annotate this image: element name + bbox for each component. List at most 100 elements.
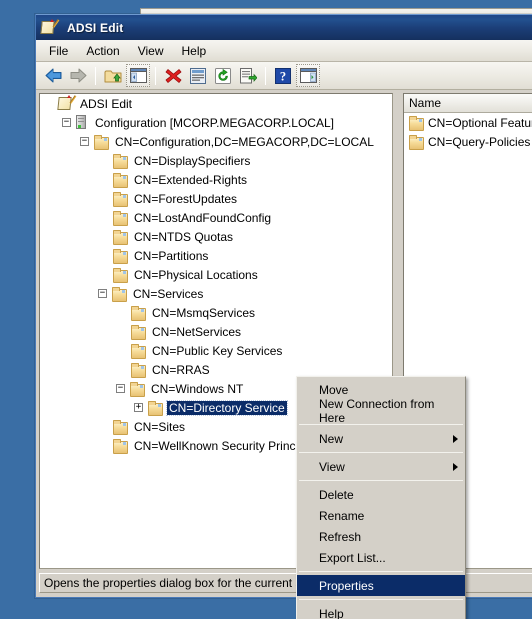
tree-node[interactable]: CN=MsmqServices bbox=[40, 303, 392, 322]
tree-node[interactable]: CN=LostAndFoundConfig bbox=[40, 208, 392, 227]
adsi-edit-icon bbox=[40, 19, 60, 35]
menu-view[interactable]: View bbox=[129, 41, 173, 61]
list-column-header[interactable]: Name bbox=[404, 94, 532, 113]
tree-node-label: Configuration [MCORP.MEGACORP.LOCAL] bbox=[95, 115, 334, 130]
tree-node[interactable]: CN=ForestUpdates bbox=[40, 189, 392, 208]
folder-icon bbox=[129, 381, 145, 397]
folder-icon bbox=[112, 248, 128, 264]
context-menu-item[interactable]: New bbox=[297, 428, 465, 449]
toolbar-separator bbox=[155, 66, 156, 85]
folder-icon bbox=[93, 134, 109, 150]
tree-collapse-icon[interactable]: − bbox=[116, 384, 125, 393]
menu-action[interactable]: Action bbox=[77, 41, 128, 61]
folder-icon bbox=[112, 267, 128, 283]
context-menu-item-label: View bbox=[319, 459, 345, 474]
tree-node[interactable]: ADSI Edit bbox=[40, 94, 392, 113]
context-menu-item[interactable]: Rename bbox=[297, 505, 465, 526]
list-item[interactable]: CN=Query-Policies bbox=[404, 132, 532, 151]
tree-node[interactable]: CN=DisplaySpecifiers bbox=[40, 151, 392, 170]
folder-icon bbox=[130, 324, 146, 340]
tree-node[interactable]: − CN=Configuration,DC=MEGACORP,DC=LOCAL bbox=[40, 132, 392, 151]
tree-node-label: CN=Public Key Services bbox=[152, 343, 283, 358]
tree-node-label: CN=DisplaySpecifiers bbox=[134, 153, 251, 168]
menu-help[interactable]: Help bbox=[173, 41, 216, 61]
tree-node-label: CN=LostAndFoundConfig bbox=[134, 210, 272, 225]
tree-collapse-icon[interactable]: − bbox=[80, 137, 89, 146]
submenu-arrow-icon bbox=[453, 462, 458, 471]
toolbar-separator bbox=[95, 66, 96, 85]
tree-node[interactable]: CN=NTDS Quotas bbox=[40, 227, 392, 246]
tree-collapse-icon[interactable]: − bbox=[98, 289, 107, 298]
context-menu[interactable]: Move New Connection from Here New View Delet… bbox=[296, 376, 466, 619]
refresh-icon[interactable] bbox=[211, 64, 235, 87]
up-folder-icon[interactable] bbox=[101, 64, 125, 87]
list-view[interactable]: CN=Optional Features CN=Query-Policies bbox=[404, 113, 532, 151]
list-item-label: CN=Query-Policies bbox=[428, 134, 531, 149]
context-menu-item[interactable]: Properties bbox=[297, 575, 465, 596]
tree-node-label: CN=NetServices bbox=[152, 324, 242, 339]
tree-node-label: CN=MsmqServices bbox=[152, 305, 256, 320]
folder-icon bbox=[130, 362, 146, 378]
list-item-label: CN=Optional Features bbox=[428, 115, 532, 130]
context-menu-item-label: Rename bbox=[319, 508, 365, 523]
context-menu-item[interactable]: Help bbox=[297, 603, 465, 619]
tree-node-label: CN=Services bbox=[133, 286, 204, 301]
context-menu-separator bbox=[299, 599, 463, 600]
context-menu-separator bbox=[299, 480, 463, 481]
toolbar: ? bbox=[36, 62, 532, 90]
folder-icon bbox=[111, 286, 127, 302]
context-menu-item[interactable]: New Connection from Here bbox=[297, 397, 465, 425]
delete-x-icon[interactable] bbox=[161, 64, 185, 87]
server-icon bbox=[75, 115, 87, 130]
tree-node-label: CN=Sites bbox=[134, 419, 186, 434]
folder-icon bbox=[408, 115, 424, 131]
folder-icon bbox=[112, 210, 128, 226]
export-list-icon[interactable] bbox=[236, 64, 260, 87]
context-menu-item[interactable]: Refresh bbox=[297, 526, 465, 547]
list-item[interactable]: CN=Optional Features bbox=[404, 113, 532, 132]
context-menu-item[interactable]: Delete bbox=[297, 484, 465, 505]
menu-file[interactable]: File bbox=[40, 41, 77, 61]
tree-node-label: CN=RRAS bbox=[152, 362, 210, 377]
show-hide-console-tree-icon[interactable] bbox=[126, 64, 150, 87]
forward-arrow-icon[interactable] bbox=[66, 64, 90, 87]
menu-bar: File Action View Help bbox=[36, 40, 532, 62]
folder-icon bbox=[112, 191, 128, 207]
show-hide-action-pane-icon[interactable] bbox=[296, 64, 320, 87]
back-arrow-icon[interactable] bbox=[41, 64, 65, 87]
context-menu-item-label: Properties bbox=[319, 578, 374, 593]
context-menu-item[interactable]: Export List... bbox=[297, 547, 465, 568]
folder-icon bbox=[130, 305, 146, 321]
context-menu-item-label: Help bbox=[319, 606, 344, 619]
tree-node[interactable]: CN=Physical Locations bbox=[40, 265, 392, 284]
svg-text:?: ? bbox=[280, 69, 286, 83]
tree-expand-icon[interactable]: + bbox=[134, 403, 143, 412]
tree-node[interactable]: − CN=Services bbox=[40, 284, 392, 303]
column-header-name: Name bbox=[409, 96, 442, 110]
tree-node[interactable]: CN=Extended-Rights bbox=[40, 170, 392, 189]
properties-icon[interactable] bbox=[186, 64, 210, 87]
context-menu-item-label: Refresh bbox=[319, 529, 362, 544]
window-title: ADSI Edit bbox=[67, 20, 124, 35]
adsi-edit-window: ADSI Edit File Action View Help ? ADSI E… bbox=[35, 14, 532, 619]
context-menu-item-label: Move bbox=[319, 382, 349, 397]
context-menu-separator bbox=[299, 452, 463, 453]
tree-node-label: CN=Extended-Rights bbox=[134, 172, 248, 187]
submenu-arrow-icon bbox=[453, 434, 458, 443]
help-question-icon[interactable]: ? bbox=[271, 64, 295, 87]
tree-node[interactable]: CN=Partitions bbox=[40, 246, 392, 265]
folder-icon bbox=[147, 400, 163, 416]
tree-collapse-icon[interactable]: − bbox=[62, 118, 71, 127]
tree-node[interactable]: CN=NetServices bbox=[40, 322, 392, 341]
folder-icon bbox=[408, 134, 424, 150]
tree-node[interactable]: − Configuration [MCORP.MEGACORP.LOCAL] bbox=[40, 113, 392, 132]
folder-icon bbox=[112, 419, 128, 435]
tree-node-label: CN=Physical Locations bbox=[134, 267, 258, 282]
context-menu-item[interactable]: View bbox=[297, 456, 465, 477]
context-menu-item-label: New Connection from Here bbox=[319, 396, 435, 425]
folder-icon bbox=[112, 229, 128, 245]
tree-node-label: CN=Windows NT bbox=[151, 381, 244, 396]
tree-node[interactable]: CN=Public Key Services bbox=[40, 341, 392, 360]
folder-icon bbox=[130, 343, 146, 359]
window-titlebar: ADSI Edit bbox=[36, 14, 532, 40]
